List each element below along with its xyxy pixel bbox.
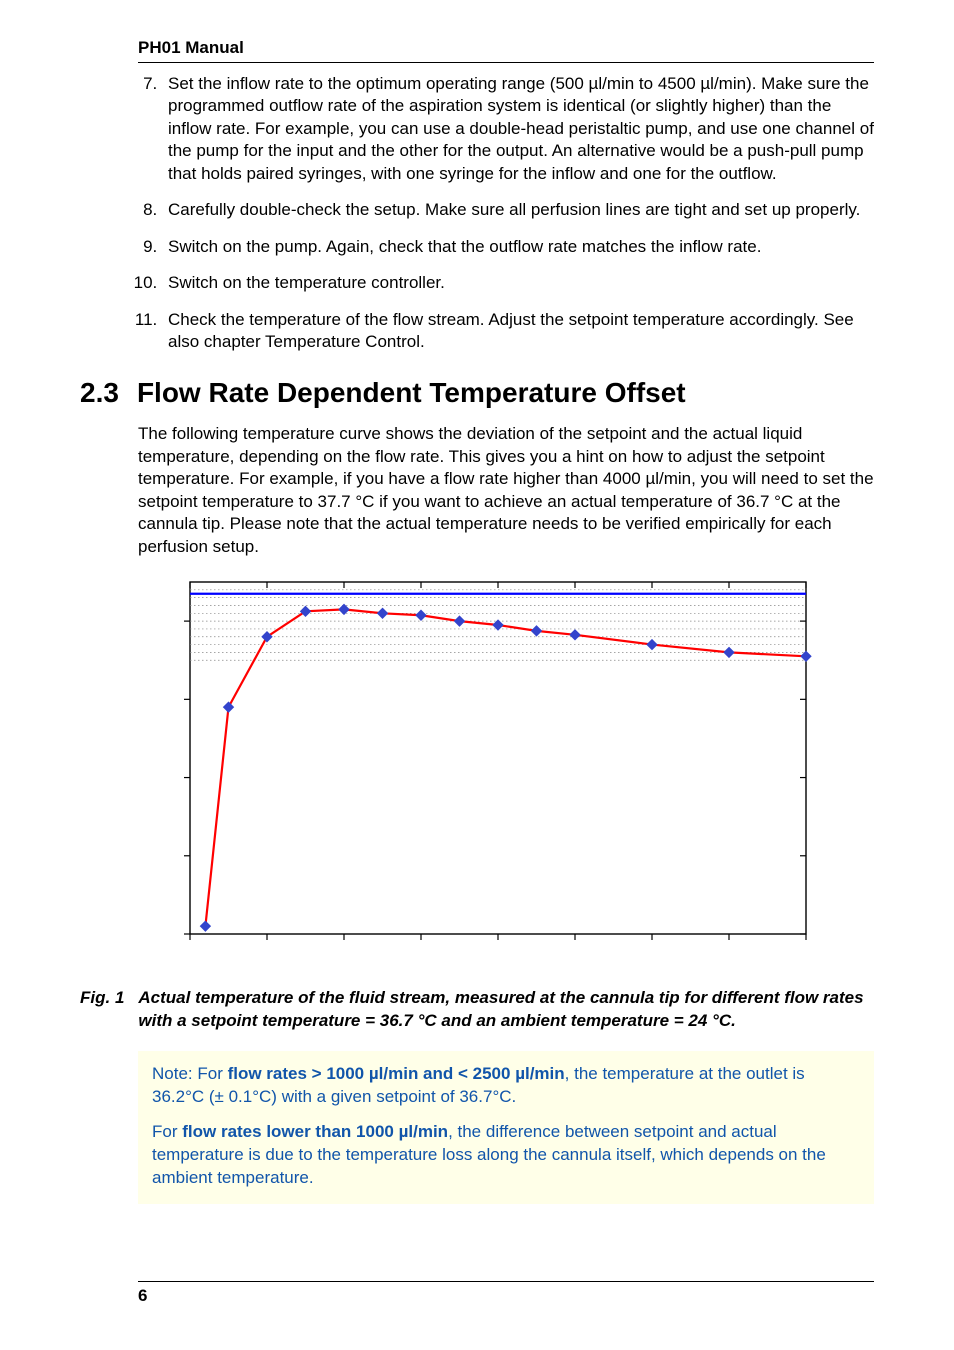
list-item: Switch on the pump. Again, check that th… (162, 236, 874, 258)
numbered-list: Set the inflow rate to the optimum opera… (138, 73, 874, 353)
running-head: PH01 Manual (138, 38, 874, 63)
figure-caption: Fig. 1 Actual temperature of the fluid s… (80, 987, 874, 1033)
note-text: For (152, 1122, 182, 1141)
note-bold: flow rates > 1000 µl/min and < 2500 µl/m… (228, 1064, 565, 1083)
section-heading: 2.3 Flow Rate Dependent Temperature Offs… (80, 377, 874, 409)
figure-caption-text: Actual temperature of the fluid stream, … (138, 987, 874, 1033)
list-item: Switch on the temperature controller. (162, 272, 874, 294)
figure-label: Fig. 1 (80, 987, 124, 1033)
note-bold: flow rates lower than 1000 µl/min (182, 1122, 448, 1141)
temperature-chart (138, 572, 874, 967)
body-paragraph: The following temperature curve shows th… (138, 423, 874, 558)
page-number: 6 (138, 1281, 874, 1306)
section-number: 2.3 (80, 377, 119, 409)
list-item: Carefully double-check the setup. Make s… (162, 199, 874, 221)
section-title: Flow Rate Dependent Temperature Offset (137, 377, 686, 409)
list-item: Check the temperature of the flow stream… (162, 309, 874, 354)
note-text: Note: For (152, 1064, 228, 1083)
note-box: Note: For flow rates > 1000 µl/min and <… (138, 1051, 874, 1204)
list-item: Set the inflow rate to the optimum opera… (162, 73, 874, 185)
